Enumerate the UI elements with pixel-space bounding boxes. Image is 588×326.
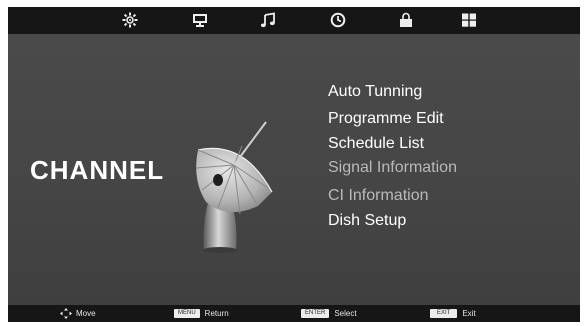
menu-item-programme-edit[interactable]: Programme Edit — [328, 110, 444, 128]
hint-move: Move — [60, 308, 96, 319]
hint-move-label: Move — [76, 309, 96, 318]
clock-icon[interactable] — [327, 10, 349, 30]
enter-key-badge: ENTER — [301, 309, 330, 318]
tv-screen: CHANNEL Auto Tunning Programme Edit Sche… — [8, 7, 580, 322]
music-note-icon[interactable] — [257, 10, 279, 30]
hint-exit: EXIT Exit — [430, 308, 476, 319]
page-title: CHANNEL — [30, 155, 165, 185]
exit-key-badge: EXIT — [430, 309, 458, 318]
hint-return: MENU Return — [174, 308, 229, 319]
channel-menu-panel: CHANNEL Auto Tunning Programme Edit Sche… — [8, 34, 580, 305]
monitor-icon[interactable] — [189, 10, 211, 30]
menu-item-signal-information[interactable]: Signal Information — [328, 159, 457, 177]
menu-key-badge: MENU — [174, 309, 200, 318]
hint-select-label: Select — [334, 309, 357, 318]
top-tab-bar — [8, 7, 580, 34]
menu-item-schedule-list[interactable]: Schedule List — [328, 135, 424, 153]
menu-item-auto-tunning[interactable]: Auto Tunning — [328, 83, 422, 101]
picture-settings-icon[interactable] — [119, 10, 141, 30]
footer-hint-bar: Move MENU Return ENTER Select EXIT Exit — [8, 305, 580, 322]
move-arrows-icon — [60, 308, 72, 319]
hint-exit-label: Exit — [462, 309, 476, 318]
menu-item-ci-information[interactable]: CI Information — [328, 187, 428, 205]
satellite-dish-icon — [184, 110, 276, 258]
lock-icon[interactable] — [395, 10, 417, 30]
hint-return-label: Return — [204, 309, 229, 318]
menu-item-dish-setup[interactable]: Dish Setup — [328, 212, 406, 230]
grid-icon[interactable] — [458, 10, 480, 30]
hint-select: ENTER Select — [301, 308, 357, 319]
